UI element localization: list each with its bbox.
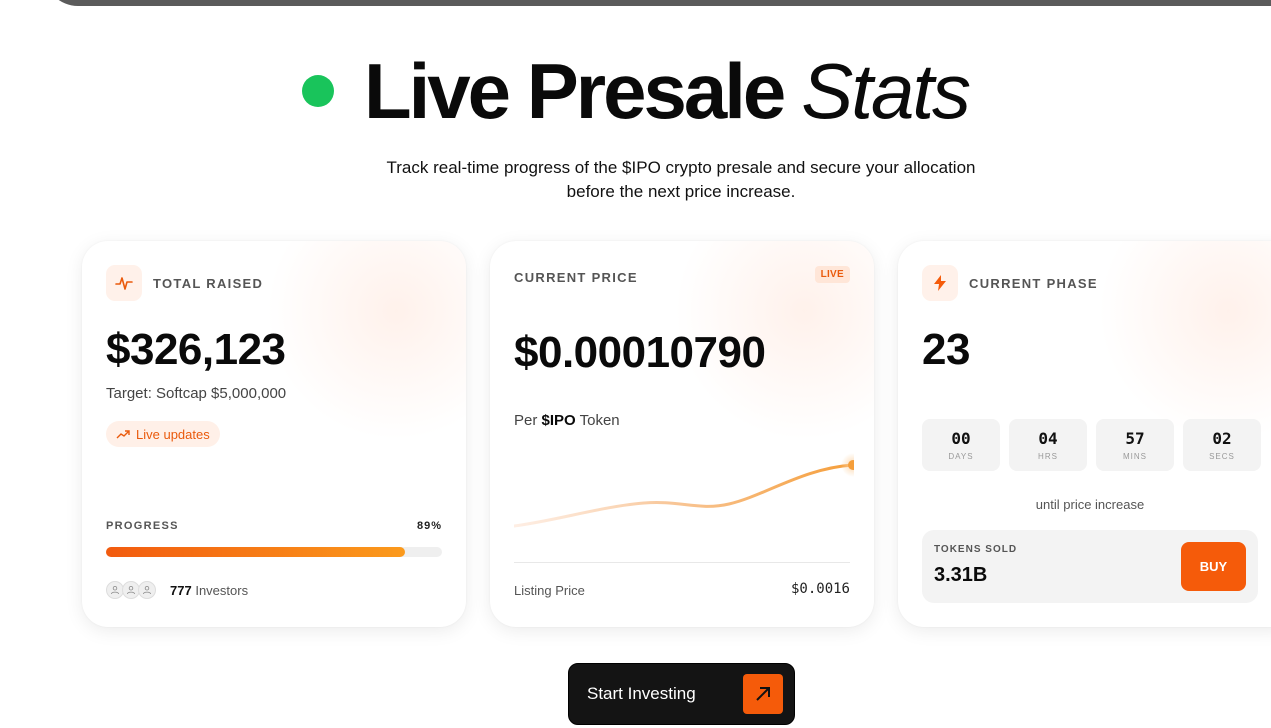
per-suffix: Token: [579, 412, 620, 429]
live-badge: LIVE: [814, 266, 850, 283]
total-raised-card: TOTAL RAISED $326,123 Target: Softcap $5…: [82, 241, 466, 627]
price-trend-chart: [514, 453, 854, 528]
tokens-sold-value: 3.31B: [934, 564, 988, 586]
progress-percent: 89%: [416, 520, 442, 532]
top-bar-edge: [44, 0, 1271, 6]
current-phase-card: CURRENT PHASE 23 00 DAYS 04 HRS 57 MINS 02 S…: [898, 241, 1271, 627]
current-price-label: CURRENT PRICE: [514, 270, 638, 285]
countdown-timer: 00 DAYS 04 HRS 57 MINS 02 SECS: [922, 419, 1261, 471]
activity-icon: [106, 265, 142, 301]
per-token-text: Per $IPO Token: [514, 412, 620, 429]
progress-label: PROGRESS: [106, 520, 179, 532]
countdown-seconds: 02 SECS: [1183, 419, 1261, 471]
countdown-unit: MINS: [1123, 452, 1147, 461]
current-phase-label: CURRENT PHASE: [969, 276, 1098, 291]
countdown-number: 02: [1212, 429, 1232, 448]
progress-bar-fill: [106, 547, 406, 557]
per-prefix: Per: [514, 412, 538, 429]
page-title-main: Live Presale: [363, 46, 786, 135]
current-price-value: $0.00010790: [514, 328, 766, 377]
live-updates-label: Live updates: [136, 426, 210, 442]
investors-label: Investors: [195, 583, 249, 598]
start-investing-label: Start Investing: [587, 684, 696, 703]
buy-button[interactable]: BUY: [1181, 542, 1246, 591]
page-subtitle: Track real-time progress of the $IPO cry…: [386, 158, 976, 201]
total-raised-value: $326,123: [106, 325, 286, 374]
until-price-increase: until price increase: [1035, 497, 1145, 512]
token-symbol: $IPO: [541, 412, 576, 429]
user-icon: [138, 581, 156, 599]
current-price-card: CURRENT PRICE LIVE $0.00010790 Per $IPO …: [490, 241, 874, 627]
investor-avatars: [106, 581, 156, 599]
countdown-number: 00: [951, 429, 971, 448]
countdown-days: 00 DAYS: [922, 419, 1000, 471]
trending-up-icon: [116, 430, 130, 439]
countdown-number: 57: [1125, 429, 1145, 448]
listing-price-value: $0.0016: [790, 581, 850, 597]
countdown-unit: DAYS: [948, 452, 974, 461]
listing-price-label: Listing Price: [514, 583, 585, 598]
lightning-icon: [922, 265, 958, 301]
divider: [514, 562, 850, 563]
total-raised-label: TOTAL RAISED: [153, 276, 264, 291]
page-title: Live Presale Stats: [363, 46, 971, 137]
investors-count: 777 Investors: [170, 583, 248, 598]
start-investing-button[interactable]: Start Investing: [568, 663, 795, 725]
current-phase-value: 23: [922, 325, 970, 374]
page-title-italic: Stats: [801, 46, 971, 135]
countdown-unit: HRS: [1038, 452, 1058, 461]
progress-bar: [106, 547, 442, 557]
softcap-target: Target: Softcap $5,000,000: [106, 385, 287, 402]
countdown-number: 04: [1038, 429, 1058, 448]
price-trend-line: [514, 463, 854, 528]
live-updates-badge: Live updates: [106, 421, 220, 447]
headline: Live Presale Stats: [0, 46, 1271, 136]
tokens-sold-label: TOKENS SOLD: [934, 544, 1018, 555]
arrow-up-right-icon: [743, 674, 783, 714]
countdown-unit: SECS: [1209, 452, 1235, 461]
live-indicator-dot: [301, 75, 334, 107]
tokens-sold-panel: TOKENS SOLD 3.31B BUY: [922, 530, 1258, 603]
countdown-minutes: 57 MINS: [1096, 419, 1174, 471]
investors-number: 777: [170, 583, 192, 598]
countdown-hours: 04 HRS: [1009, 419, 1087, 471]
